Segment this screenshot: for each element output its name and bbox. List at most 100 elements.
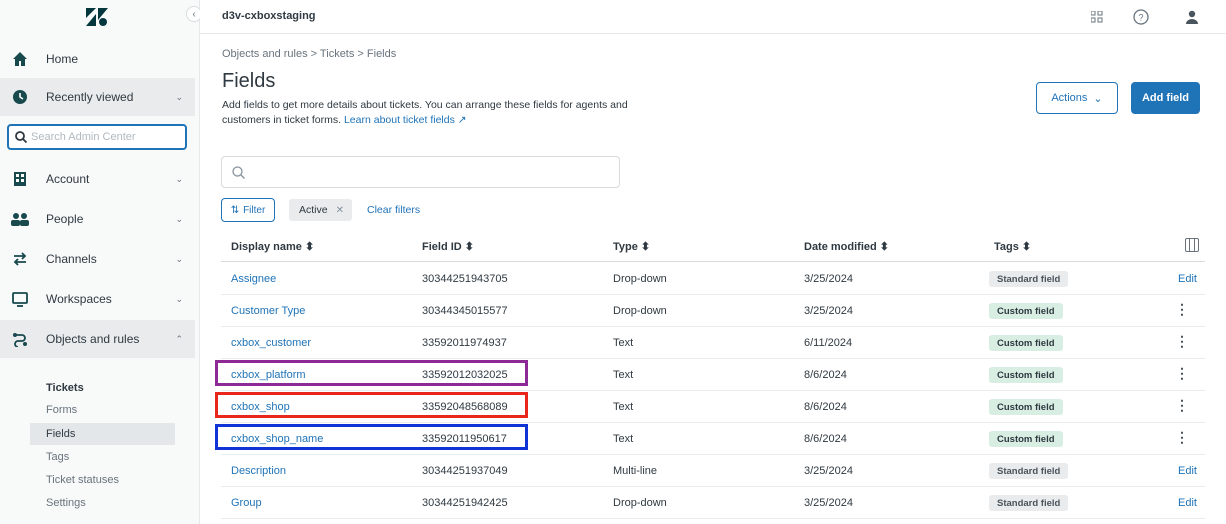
table-header: Display name ⬍ Field ID ⬍ Type ⬍ Date mo…: [221, 230, 1205, 262]
people-icon: [11, 210, 29, 228]
field-name-link[interactable]: Customer Type: [231, 305, 305, 317]
more-options-icon[interactable]: ⋮: [1175, 302, 1189, 316]
objects-icon: [11, 330, 29, 348]
add-field-button[interactable]: Add field: [1131, 82, 1200, 114]
field-id: 33592011974937: [422, 337, 507, 349]
chevron-down-icon: ⌄: [1093, 92, 1103, 105]
field-name-link[interactable]: cxbox_shop: [231, 401, 290, 413]
tag-badge: Standard field: [989, 495, 1069, 511]
nav-label: Account: [46, 172, 90, 186]
field-name-link[interactable]: Assignee: [231, 273, 276, 285]
nav-home[interactable]: Home: [0, 40, 195, 78]
clock-icon: [11, 88, 29, 106]
date-modified: 3/25/2024: [804, 465, 853, 477]
header-label: Field ID: [422, 241, 462, 253]
date-modified: 8/6/2024: [804, 401, 847, 413]
more-options-icon[interactable]: ⋮: [1175, 430, 1189, 444]
table-row[interactable]: cxbox_customer 33592011974937 Text 6/11/202…: [221, 327, 1205, 359]
field-id: 30344251942425: [422, 497, 508, 509]
column-header-date-modified[interactable]: Date modified ⬍: [804, 240, 889, 253]
nav-label: Recently viewed: [46, 90, 134, 104]
subnav-item-settings[interactable]: Settings: [30, 492, 175, 514]
clear-filters-link[interactable]: Clear filters: [367, 204, 420, 216]
tag-badge: Custom field: [989, 303, 1063, 319]
sort-icon: ⬍: [879, 241, 890, 253]
subnav-item-fields[interactable]: Fields: [30, 423, 175, 445]
more-options-icon[interactable]: ⋮: [1175, 366, 1189, 380]
field-search-input[interactable]: [251, 165, 611, 179]
subnav-item-tags[interactable]: Tags: [30, 446, 175, 468]
date-modified: 6/11/2024: [804, 337, 853, 349]
arrows-icon: [11, 250, 29, 268]
actions-button[interactable]: Actions ⌄: [1036, 82, 1118, 114]
more-options-icon[interactable]: ⋮: [1175, 334, 1189, 348]
nav-workspaces[interactable]: Workspaces ⌄: [0, 280, 195, 318]
table-row[interactable]: cxbox_shop_name 33592011950617 Text 8/6/202…: [221, 423, 1205, 455]
table-row[interactable]: Assignee 30344251943705 Drop-down 3/25/2024…: [221, 263, 1205, 295]
edit-link[interactable]: Edit: [1178, 497, 1197, 509]
admin-search-input[interactable]: [31, 131, 171, 143]
nav-label: Channels: [46, 252, 97, 266]
breadcrumb[interactable]: Objects and rules > Tickets > Fields: [222, 48, 396, 60]
edit-link[interactable]: Edit: [1178, 273, 1197, 285]
header-label: Tags: [994, 241, 1019, 253]
user-avatar-icon[interactable]: [1184, 9, 1200, 25]
building-icon: [11, 170, 29, 188]
sort-icon: ⬍: [1021, 241, 1032, 253]
nav-channels[interactable]: Channels ⌄: [0, 240, 195, 278]
table-row[interactable]: cxbox_shop 33592048568089 Text 8/6/2024 Cust…: [221, 391, 1205, 423]
chevron-down-icon: ⌄: [175, 91, 183, 102]
column-header-tags[interactable]: Tags ⬍: [994, 240, 1031, 253]
chevron-down-icon: ⌄: [175, 293, 183, 304]
tag-badge: Standard field: [989, 271, 1069, 287]
column-header-field-id[interactable]: Field ID ⬍: [422, 240, 474, 253]
tag-badge: Custom field: [989, 431, 1063, 447]
columns-icon[interactable]: [1185, 238, 1199, 252]
nav-objects-and-rules[interactable]: Objects and rules ⌃: [0, 320, 195, 358]
header-label: Date modified: [804, 241, 877, 253]
tag-badge: Custom field: [989, 335, 1063, 351]
nav-label: People: [46, 212, 84, 226]
column-header-display-name[interactable]: Display name ⬍: [231, 240, 314, 253]
zendesk-logo[interactable]: [86, 8, 108, 26]
help-icon[interactable]: ?: [1133, 9, 1149, 25]
edit-link[interactable]: Edit: [1178, 465, 1197, 477]
table-row[interactable]: Customer Type 30344345015577 Drop-down 3/25…: [221, 295, 1205, 327]
monitor-icon: [11, 290, 29, 308]
nav-recently-viewed[interactable]: Recently viewed ⌄: [0, 78, 195, 116]
table-row[interactable]: Description 30344251937049 Multi-line 3/25/…: [221, 455, 1205, 487]
table-row[interactable]: Group 30344251942425 Drop-down 3/25/2024 Sta…: [221, 487, 1205, 519]
field-name-link[interactable]: Group: [231, 497, 262, 509]
actions-label: Actions: [1051, 92, 1088, 104]
field-name-link[interactable]: cxbox_customer: [231, 337, 311, 349]
filter-button[interactable]: ⇅ Filter: [221, 198, 275, 222]
page-title: Fields: [222, 70, 276, 92]
field-id: 30344345015577: [422, 305, 508, 317]
tag-badge: Custom field: [989, 367, 1063, 383]
svg-text:?: ?: [1138, 13, 1143, 23]
nav-account[interactable]: Account ⌄: [0, 160, 195, 198]
header-label: Type: [613, 241, 638, 253]
more-options-icon[interactable]: ⋮: [1175, 398, 1189, 412]
subnav-item-forms[interactable]: Forms: [30, 399, 175, 421]
apps-grid-icon[interactable]: [1089, 9, 1105, 25]
close-icon[interactable]: ✕: [336, 205, 344, 216]
learn-more-link[interactable]: Learn about ticket fields ↗: [344, 114, 467, 126]
field-name-link[interactable]: cxbox_platform: [231, 369, 306, 381]
date-modified: 3/25/2024: [804, 497, 853, 509]
tag-badge: Custom field: [989, 399, 1063, 415]
nav-people[interactable]: People ⌄: [0, 200, 195, 238]
field-search[interactable]: [221, 156, 620, 188]
admin-search[interactable]: [7, 124, 187, 150]
column-header-type[interactable]: Type ⬍: [613, 240, 650, 253]
active-filter-chip[interactable]: Active ✕: [289, 199, 352, 221]
search-icon: [15, 131, 27, 143]
subnav-item-ticket-statuses[interactable]: Ticket statuses: [30, 469, 175, 491]
sort-icon: ⬍: [304, 241, 315, 253]
top-bar: d3v-cxboxstaging ?: [200, 0, 1226, 34]
field-name-link[interactable]: cxbox_shop_name: [231, 433, 323, 445]
table-row[interactable]: cxbox_platform 33592012032025 Text 8/6/2024…: [221, 359, 1205, 391]
sort-icon: ⬍: [640, 241, 651, 253]
field-name-link[interactable]: Description: [231, 465, 286, 477]
chevron-down-icon: ⌄: [175, 213, 183, 224]
